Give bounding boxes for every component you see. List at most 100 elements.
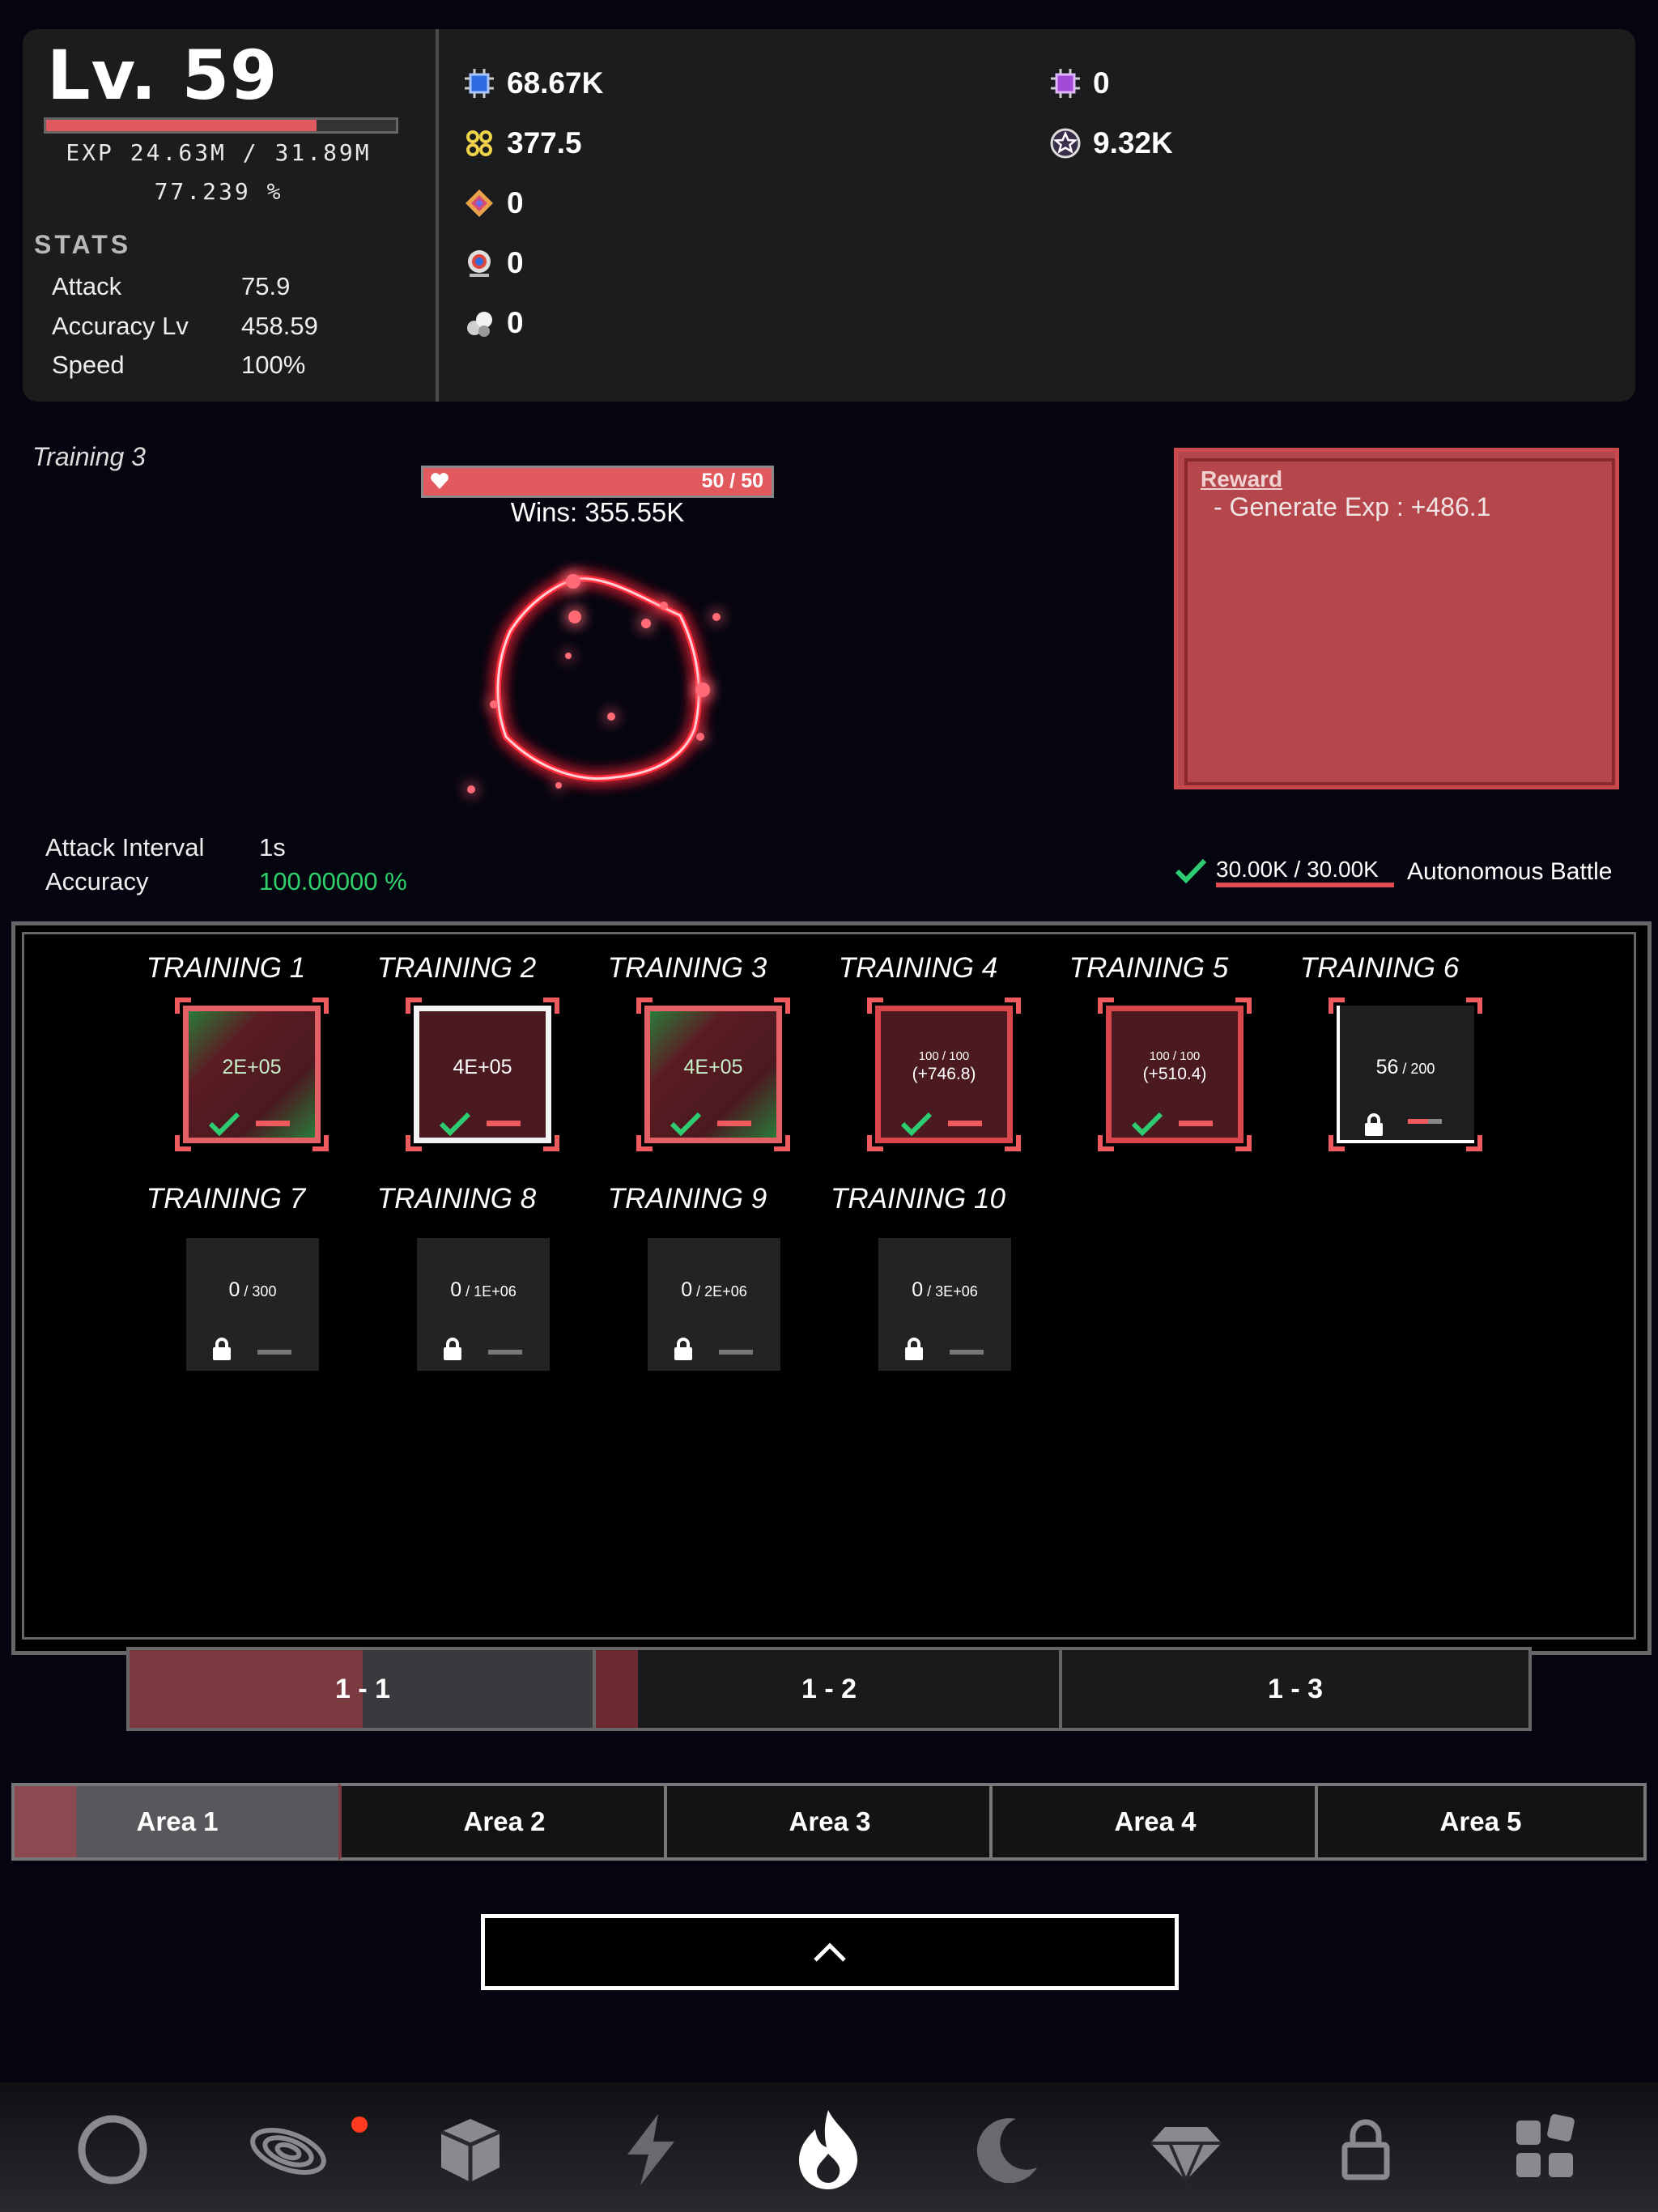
exp-bar xyxy=(44,117,398,134)
nav-gem[interactable] xyxy=(1141,2105,1231,2194)
exp-text: EXP 24.63M / 31.89M xyxy=(66,139,372,166)
training-tile-10[interactable]: 0 / 3E+06 xyxy=(878,1238,1011,1371)
autonomous-battle-label[interactable]: Autonomous Battle xyxy=(1407,858,1613,886)
enemy-ring[interactable] xyxy=(437,542,745,818)
check-icon xyxy=(208,1112,240,1137)
training-tile-value: 100 / 100 (+510.4) xyxy=(1106,1048,1244,1085)
gold-orbs-icon xyxy=(463,127,495,160)
training-tile-8[interactable]: 0 / 1E+06 xyxy=(417,1238,550,1371)
stat-speed-value: 100% xyxy=(241,351,306,379)
subtab-1-2[interactable]: 1 - 2 xyxy=(593,1647,1065,1731)
lock-icon xyxy=(905,1338,923,1360)
training-tile-dash xyxy=(257,1350,291,1355)
resource-blue-chip: 68.67K xyxy=(463,66,603,100)
area-tab-1[interactable]: Area 1 xyxy=(11,1783,343,1861)
wins-counter: Wins: 355.55K xyxy=(510,497,685,527)
training-tile-6[interactable]: 56 / 200 xyxy=(1329,998,1482,1151)
training-tile-goal: / 200 xyxy=(1398,1061,1435,1077)
subtab-1-1[interactable]: 1 - 1 xyxy=(126,1647,599,1731)
training-tile-dash xyxy=(487,1121,521,1126)
exp-bar-fill xyxy=(46,120,317,131)
training-tile-dash xyxy=(717,1121,751,1126)
training-tile-bonus: (+510.4) xyxy=(1142,1065,1207,1083)
autonomous-progress: 30.00K / 30.00K xyxy=(1216,857,1379,882)
training-tile-goal: / 1E+06 xyxy=(461,1283,517,1300)
stat-attack-value: 75.9 xyxy=(241,272,291,300)
lightning-icon xyxy=(627,2114,674,2185)
training-tile-4[interactable]: 100 / 100 (+746.8) xyxy=(867,998,1021,1151)
area-tab-2[interactable]: Area 2 xyxy=(338,1783,670,1861)
resource-diamond: 0 xyxy=(463,186,524,220)
nav-lightning[interactable] xyxy=(606,2105,695,2194)
blue-chip-icon xyxy=(463,67,495,100)
nav-lock[interactable] xyxy=(1321,2105,1410,2194)
ring-icon xyxy=(78,2115,147,2184)
training-tile-value: 100 / 100 (+746.8) xyxy=(875,1048,1013,1085)
resource-value: 377.5 xyxy=(507,126,582,160)
stat-accuracy-value: 458.59 xyxy=(241,312,318,340)
grid-icon xyxy=(1516,2114,1575,2177)
nav-grid[interactable] xyxy=(1501,2105,1590,2194)
nav-moon[interactable] xyxy=(962,2105,1051,2194)
training-tile-goal: / 300 xyxy=(240,1283,277,1300)
training-tile-dash xyxy=(1179,1121,1213,1126)
training-tile-value: 0 / 1E+06 xyxy=(417,1278,550,1302)
moon-icon xyxy=(976,2118,1037,2184)
area-tab-3[interactable]: Area 3 xyxy=(664,1783,996,1861)
training-label: TRAINING 4 xyxy=(838,952,998,984)
cube-icon xyxy=(440,2119,501,2182)
area-tab-label: Area 4 xyxy=(1114,1806,1197,1836)
nav-cube[interactable] xyxy=(426,2105,515,2194)
training-tile-2[interactable]: 4E+05 xyxy=(406,998,559,1151)
subtab-1-3[interactable]: 1 - 3 xyxy=(1059,1647,1532,1731)
stats-title: STATS xyxy=(34,230,132,259)
resource-value: 0 xyxy=(507,186,524,219)
stat-accuracy-label: Accuracy Lv xyxy=(52,312,189,340)
autonomous-progress-bar xyxy=(1216,883,1394,887)
lock-icon xyxy=(213,1338,231,1360)
stat-attack-label: Attack xyxy=(52,272,122,300)
training-label: TRAINING 3 xyxy=(607,952,767,984)
training-tile-1[interactable]: 2E+05 xyxy=(175,998,329,1151)
training-tile-count: 0 xyxy=(681,1278,693,1301)
training-tile-7[interactable]: 0 / 300 xyxy=(186,1238,319,1371)
training-label: TRAINING 2 xyxy=(376,952,537,984)
training-label: TRAINING 6 xyxy=(1299,952,1460,984)
training-tile-5[interactable]: 100 / 100 (+510.4) xyxy=(1098,998,1252,1151)
training-tile-value: 0 / 2E+06 xyxy=(648,1278,780,1302)
training-tile-count: 56 xyxy=(1375,1056,1399,1078)
enemy-hp-bar: 50 / 50 xyxy=(421,466,774,498)
reward-panel: Reward - Generate Exp : +486.1 xyxy=(1174,448,1619,789)
training-tile-dash xyxy=(1408,1119,1442,1124)
training-tile-progress: 100 / 100 xyxy=(1149,1049,1201,1063)
training-tile-dash xyxy=(256,1121,290,1126)
autonomous-check-icon[interactable] xyxy=(1174,857,1208,884)
nav-galaxy[interactable] xyxy=(246,2105,335,2194)
area-tab-label: Area 3 xyxy=(789,1806,871,1836)
star-coin-icon xyxy=(1049,127,1082,160)
subtab-label: 1 - 3 xyxy=(1267,1673,1324,1704)
player-level: Lv. 59 xyxy=(47,36,278,115)
nav-ring[interactable] xyxy=(68,2105,157,2194)
reward-title: Reward xyxy=(1201,466,1283,491)
nav-flame[interactable] xyxy=(784,2105,873,2194)
accuracy-label: Accuracy xyxy=(45,867,149,895)
resource-white-orbs: 0 xyxy=(463,306,524,340)
resource-value: 68.67K xyxy=(507,66,604,100)
area-tab-4[interactable]: Area 4 xyxy=(989,1783,1321,1861)
accuracy-value: 100.00000 % xyxy=(259,867,407,895)
area-tab-label: Area 2 xyxy=(463,1806,546,1836)
training-tile-3[interactable]: 4E+05 xyxy=(636,998,790,1151)
area-tab-5[interactable]: Area 5 xyxy=(1315,1783,1647,1861)
chevron-up-icon xyxy=(814,1942,846,1962)
area-tab-label: Area 1 xyxy=(136,1806,219,1836)
reward-line: - Generate Exp : +486.1 xyxy=(1214,492,1491,521)
training-tile-goal: / 3E+06 xyxy=(923,1283,978,1300)
stat-speed-label: Speed xyxy=(52,351,125,379)
training-tile-dash xyxy=(950,1350,984,1355)
enemy-hp-text: 50 / 50 xyxy=(701,470,763,492)
training-label: TRAINING 8 xyxy=(376,1183,537,1214)
expand-button[interactable] xyxy=(481,1914,1179,1990)
training-tile-9[interactable]: 0 / 2E+06 xyxy=(648,1238,780,1371)
lock-icon xyxy=(444,1338,461,1360)
